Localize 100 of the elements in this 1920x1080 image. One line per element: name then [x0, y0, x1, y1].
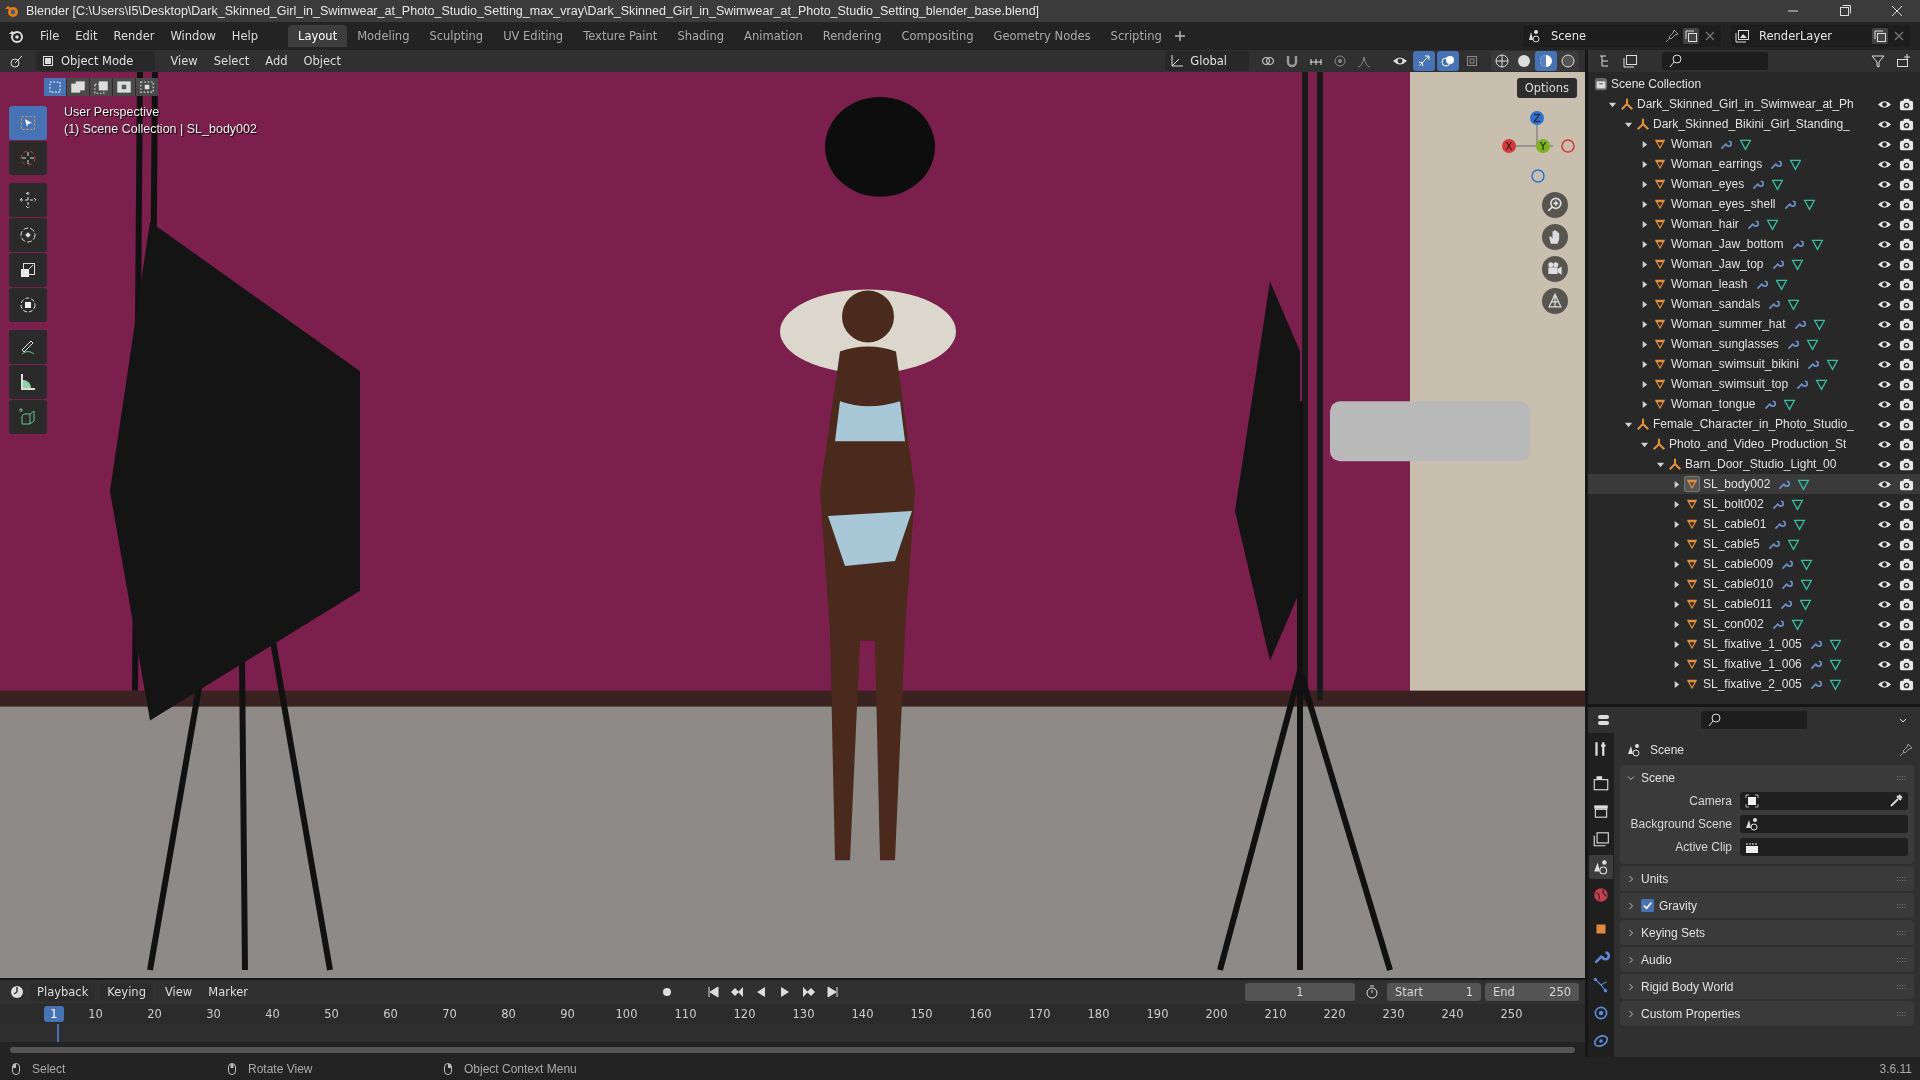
menu-item[interactable]: Render: [105, 26, 163, 46]
outliner-row[interactable]: Dark_Skinned_Girl_in_Swimwear_at_Ph: [1588, 94, 1920, 114]
outliner-item[interactable]: Woman_tongue: [1671, 397, 1756, 411]
outliner-row[interactable]: SL_fixative_2_005: [1588, 674, 1920, 694]
outliner-item[interactable]: Woman_eyes_shell: [1671, 197, 1776, 211]
workspace-tab[interactable]: Compositing: [891, 25, 984, 47]
outliner-row[interactable]: Woman_leash: [1588, 274, 1920, 294]
outliner-item[interactable]: Woman_summer_hat: [1671, 317, 1786, 331]
outliner-item[interactable]: Woman_Jaw_bottom: [1671, 237, 1784, 251]
menu-item[interactable]: Marker: [201, 983, 255, 1001]
outliner-row[interactable]: Woman: [1588, 134, 1920, 154]
workspace-tab[interactable]: Geometry Nodes: [983, 25, 1101, 47]
outliner-item[interactable]: SL_cable009: [1703, 557, 1774, 571]
outliner-row[interactable]: Woman_tongue: [1588, 394, 1920, 414]
menu-item[interactable]: View: [163, 52, 205, 70]
outliner-item[interactable]: Woman_swimsuit_bikini: [1671, 357, 1799, 371]
outliner-row[interactable]: SL_bolt002: [1588, 494, 1920, 514]
options-button[interactable]: Options: [1516, 78, 1577, 98]
outliner-row[interactable]: SL_body002: [1588, 474, 1920, 494]
menu-item[interactable]: View: [157, 983, 200, 1001]
menu-dropdown[interactable]: Keying: [100, 983, 153, 1001]
outliner-item[interactable]: SL_body002: [1703, 477, 1771, 491]
outliner-row[interactable]: Dark_Skinned_Bikini_Girl_Standing_: [1588, 114, 1920, 134]
outliner-item[interactable]: Woman_Jaw_top: [1671, 257, 1764, 271]
current-frame-field[interactable]: 1: [1245, 983, 1355, 1001]
outliner-item[interactable]: SL_cable01: [1703, 517, 1767, 531]
workspace-tab[interactable]: Layout: [288, 25, 348, 47]
outliner-row[interactable]: Woman_Jaw_top: [1588, 254, 1920, 274]
workspace-tab[interactable]: Sculpting: [419, 25, 494, 47]
outliner-item[interactable]: Dark_Skinned_Bikini_Girl_Standing_: [1653, 117, 1850, 131]
outliner-row[interactable]: SL_fixative_1_005: [1588, 634, 1920, 654]
menu-item[interactable]: Window: [162, 26, 224, 46]
menu-item[interactable]: Help: [223, 26, 267, 46]
outliner-row[interactable]: Woman_sunglasses: [1588, 334, 1920, 354]
outliner-row[interactable]: Woman_summer_hat: [1588, 314, 1920, 334]
workspace-tab[interactable]: Texture Paint: [573, 25, 668, 47]
panel-title[interactable]: Custom Properties: [1641, 1006, 1741, 1021]
outliner-item[interactable]: Woman_earrings: [1671, 157, 1763, 171]
outliner-row[interactable]: SL_cable011: [1588, 594, 1920, 614]
end-frame-field[interactable]: 250: [1549, 985, 1571, 999]
orientation-dropdown[interactable]: Global: [1165, 51, 1249, 71]
outliner-item[interactable]: SL_con002: [1703, 617, 1764, 631]
outliner-row[interactable]: SL_con002: [1588, 614, 1920, 634]
menu-item[interactable]: Add: [258, 52, 295, 70]
outliner-row[interactable]: Woman_eyes_shell: [1588, 194, 1920, 214]
workspace-tab[interactable]: Modeling: [347, 25, 420, 47]
outliner-row[interactable]: Woman_swimsuit_bikini: [1588, 354, 1920, 374]
outliner-item[interactable]: Woman: [1671, 137, 1713, 151]
outliner-item[interactable]: Female_Character_in_Photo_Studio_: [1653, 417, 1854, 431]
outliner-row[interactable]: Barn_Door_Studio_Light_00: [1588, 454, 1920, 474]
playhead-frame[interactable]: 1: [44, 1006, 64, 1022]
outliner-row[interactable]: SL_cable01: [1588, 514, 1920, 534]
outliner-row[interactable]: Woman_Jaw_bottom: [1588, 234, 1920, 254]
outliner-row[interactable]: Female_Character_in_Photo_Studio_: [1588, 414, 1920, 434]
menu-item[interactable]: Object: [296, 52, 348, 70]
outliner-item[interactable]: SL_fixative_2_005: [1703, 677, 1802, 691]
workspace-tab[interactable]: Rendering: [812, 25, 892, 47]
panel-title[interactable]: Units: [1641, 871, 1669, 886]
outliner-row[interactable]: Woman_hair: [1588, 214, 1920, 234]
outliner-item[interactable]: Woman_eyes: [1671, 177, 1745, 191]
outliner-item[interactable]: Woman_swimsuit_top: [1671, 377, 1789, 391]
outliner-item[interactable]: Photo_and_Video_Production_St: [1669, 437, 1847, 451]
outliner-item[interactable]: Woman_leash: [1671, 277, 1748, 291]
outliner-row[interactable]: Woman_earrings: [1588, 154, 1920, 174]
outliner-item[interactable]: SL_cable010: [1703, 577, 1774, 591]
outliner-item[interactable]: Barn_Door_Studio_Light_00: [1685, 457, 1837, 471]
outliner-row[interactable]: SL_cable009: [1588, 554, 1920, 574]
outliner-row[interactable]: Woman_sandals: [1588, 294, 1920, 314]
outliner-row[interactable]: SL_cable010: [1588, 574, 1920, 594]
outliner-item[interactable]: SL_fixative_1_005: [1703, 637, 1802, 651]
panel-title[interactable]: Audio: [1641, 952, 1672, 967]
workspace-tab[interactable]: UV Editing: [493, 25, 574, 47]
outliner-row[interactable]: SL_cable5: [1588, 534, 1920, 554]
outliner-row[interactable]: Woman_swimsuit_top: [1588, 374, 1920, 394]
outliner-row[interactable]: Woman_eyes: [1588, 174, 1920, 194]
panel-title[interactable]: Rigid Body World: [1641, 979, 1734, 994]
workspace-tab[interactable]: Animation: [734, 25, 813, 47]
menu-item[interactable]: Select: [206, 52, 257, 70]
outliner-row[interactable]: Photo_and_Video_Production_St: [1588, 434, 1920, 454]
workspace-tab[interactable]: Shading: [667, 25, 735, 47]
panel-title[interactable]: Keying Sets: [1641, 925, 1706, 940]
panel-title[interactable]: Gravity: [1659, 898, 1697, 913]
outliner-item[interactable]: Woman_sunglasses: [1671, 337, 1779, 351]
outliner-item[interactable]: SL_fixative_1_006: [1703, 657, 1802, 671]
workspace-tab[interactable]: Scripting: [1100, 25, 1172, 47]
outliner-row[interactable]: SL_fixative_1_006: [1588, 654, 1920, 674]
menu-item[interactable]: Edit: [67, 26, 106, 46]
menu-item[interactable]: File: [32, 26, 68, 46]
outliner-item[interactable]: SL_cable011: [1703, 597, 1773, 611]
outliner-item[interactable]: SL_cable5: [1703, 537, 1760, 551]
navigation-gizmo[interactable]: Z X Y: [1497, 106, 1577, 186]
mode-dropdown[interactable]: Object Mode: [36, 51, 156, 71]
outliner-item[interactable]: SL_bolt002: [1703, 497, 1764, 511]
outliner-item[interactable]: Scene Collection: [1611, 77, 1702, 91]
outliner-item[interactable]: Woman_sandals: [1671, 297, 1761, 311]
outliner-item[interactable]: Dark_Skinned_Girl_in_Swimwear_at_Ph: [1637, 97, 1854, 111]
outliner-item[interactable]: Woman_hair: [1671, 217, 1739, 231]
menu-dropdown[interactable]: Playback: [30, 983, 96, 1001]
panel-title[interactable]: Scene: [1641, 770, 1676, 785]
start-frame-field[interactable]: 1: [1465, 985, 1473, 999]
